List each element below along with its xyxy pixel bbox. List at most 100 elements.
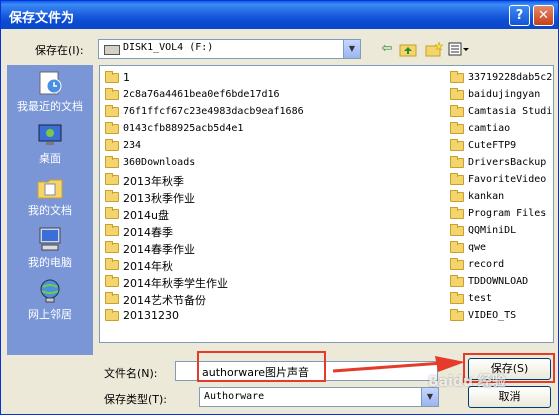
desktop-icon	[36, 122, 64, 148]
new-folder-icon[interactable]	[425, 41, 444, 57]
place-label: 我的文档	[28, 204, 72, 217]
window-title: 保存文件为	[9, 11, 75, 26]
help-button[interactable]: ?	[509, 5, 530, 26]
filetype-value: Authorware	[204, 391, 265, 402]
filename-annotation-box	[197, 351, 326, 382]
back-arrow-icon[interactable]: ⇦	[378, 41, 396, 57]
location-value: DISK1_VOL4 (F:)	[123, 42, 214, 53]
list-item[interactable]: camtiao	[450, 121, 553, 138]
place-label: 网上邻居	[28, 308, 72, 321]
list-item[interactable]: 360Downloads	[105, 155, 435, 172]
folder-icon	[105, 190, 119, 202]
place-network[interactable]: 网上邻居	[7, 275, 93, 325]
list-item[interactable]: FavoriteVideo	[450, 172, 553, 189]
folder-icon	[105, 224, 119, 236]
folder-icon	[450, 156, 464, 168]
list-item[interactable]: record	[450, 257, 553, 274]
list-item[interactable]: 2013秋季作业	[105, 189, 435, 206]
list-item[interactable]: Program Files	[450, 206, 553, 223]
folder-icon	[105, 309, 119, 321]
folder-icon	[450, 258, 464, 270]
list-item[interactable]: 2014艺术节备份	[105, 291, 435, 308]
list-item[interactable]: 0143cfb88925acb5d4e1	[105, 121, 435, 138]
list-item[interactable]: QQMiniDL	[450, 223, 553, 240]
folder-icon	[105, 275, 119, 287]
recent-documents-icon	[36, 70, 64, 96]
folder-icon	[450, 105, 464, 117]
views-menu-icon[interactable]	[448, 41, 469, 57]
folder-icon	[450, 173, 464, 185]
list-item[interactable]: Camtasia Studi	[450, 104, 553, 121]
list-item[interactable]: 2c8a76a4461bea0ef6bde17d16	[105, 87, 435, 104]
file-list[interactable]: 1 2c8a76a4461bea0ef6bde17d16 76f1ffcf67c…	[99, 65, 554, 343]
list-item[interactable]: 2014春季作业	[105, 240, 435, 257]
folder-icon	[450, 71, 464, 83]
question-icon: ?	[515, 8, 524, 23]
list-item[interactable]: CuteFTP9	[450, 138, 553, 155]
save-in-label: 保存在(I):	[35, 44, 84, 57]
list-item[interactable]: 20131230	[105, 308, 435, 325]
folder-icon	[450, 190, 464, 202]
list-item[interactable]: TDDOWNLOAD	[450, 274, 553, 291]
folder-icon	[105, 173, 119, 185]
save-in-dropdown[interactable]: DISK1_VOL4 (F:) ▼	[98, 39, 361, 59]
list-item[interactable]: test	[450, 291, 553, 308]
place-label: 我的电脑	[28, 256, 72, 269]
file-list-column-2: 33719228dab5c2 baidujingyan Camtasia Stu…	[450, 70, 553, 325]
folder-icon	[105, 139, 119, 151]
folder-icon	[105, 71, 119, 83]
folder-icon	[450, 122, 464, 134]
folder-icon	[450, 139, 464, 151]
list-item[interactable]: 2014年秋季学生作业	[105, 274, 435, 291]
folder-icon	[105, 292, 119, 304]
folder-icon	[450, 224, 464, 236]
baidu-watermark: Baidu 经验	[428, 374, 506, 390]
folder-icon	[105, 156, 119, 168]
list-item[interactable]: baidujingyan	[450, 87, 553, 104]
title-bar[interactable]: 保存文件为 ? ✕	[1, 1, 558, 29]
place-my-documents[interactable]: 我的文档	[7, 171, 93, 221]
folder-icon	[450, 309, 464, 321]
network-places-icon	[36, 278, 64, 304]
my-documents-icon	[36, 174, 64, 200]
folder-icon	[105, 105, 119, 117]
folder-icon	[450, 207, 464, 219]
list-item[interactable]: 1	[105, 70, 435, 87]
list-item[interactable]: 33719228dab5c2	[450, 70, 553, 87]
my-computer-icon	[36, 226, 64, 252]
folder-icon	[450, 275, 464, 287]
list-item[interactable]: 2014u盘	[105, 206, 435, 223]
place-label: 我最近的文档	[17, 100, 83, 113]
list-item[interactable]: 2013年秋季	[105, 172, 435, 189]
place-my-computer[interactable]: 我的电脑	[7, 223, 93, 273]
folder-icon	[450, 88, 464, 100]
list-item[interactable]: VIDEO_TS	[450, 308, 553, 325]
folder-icon	[105, 207, 119, 219]
list-item[interactable]: DriversBackup	[450, 155, 553, 172]
list-item[interactable]: 234	[105, 138, 435, 155]
list-item[interactable]: 2014年秋	[105, 257, 435, 274]
up-one-level-icon[interactable]	[399, 41, 417, 57]
save-file-dialog: 保存文件为 ? ✕ 保存在(I): DISK1_VOL4 (F:) ▼ ⇦ 我最…	[0, 0, 559, 415]
list-item[interactable]: kankan	[450, 189, 553, 206]
place-recent-documents[interactable]: 我最近的文档	[7, 67, 93, 117]
places-bar: 我最近的文档 桌面 我的文档 我的电脑 网上邻居	[7, 65, 93, 355]
folder-icon	[450, 292, 464, 304]
list-item[interactable]: 76f1ffcf67c23e4983dacb9eaf1686	[105, 104, 435, 121]
list-item[interactable]: qwe	[450, 240, 553, 257]
folder-icon	[105, 241, 119, 253]
folder-icon	[105, 122, 119, 134]
chevron-down-icon[interactable]: ▼	[343, 40, 360, 58]
folder-icon	[105, 258, 119, 270]
close-button[interactable]: ✕	[533, 5, 554, 26]
filename-label: 文件名(N):	[104, 367, 158, 380]
list-item[interactable]: 2014春季	[105, 223, 435, 240]
place-desktop[interactable]: 桌面	[7, 119, 93, 169]
filetype-label: 保存类型(T):	[104, 393, 168, 406]
filetype-dropdown[interactable]: Authorware ▼	[199, 387, 439, 407]
file-list-column-1: 1 2c8a76a4461bea0ef6bde17d16 76f1ffcf67c…	[105, 70, 435, 325]
folder-icon	[450, 241, 464, 253]
drive-icon	[104, 45, 120, 55]
close-icon: ✕	[538, 8, 549, 23]
place-label: 桌面	[39, 152, 61, 165]
